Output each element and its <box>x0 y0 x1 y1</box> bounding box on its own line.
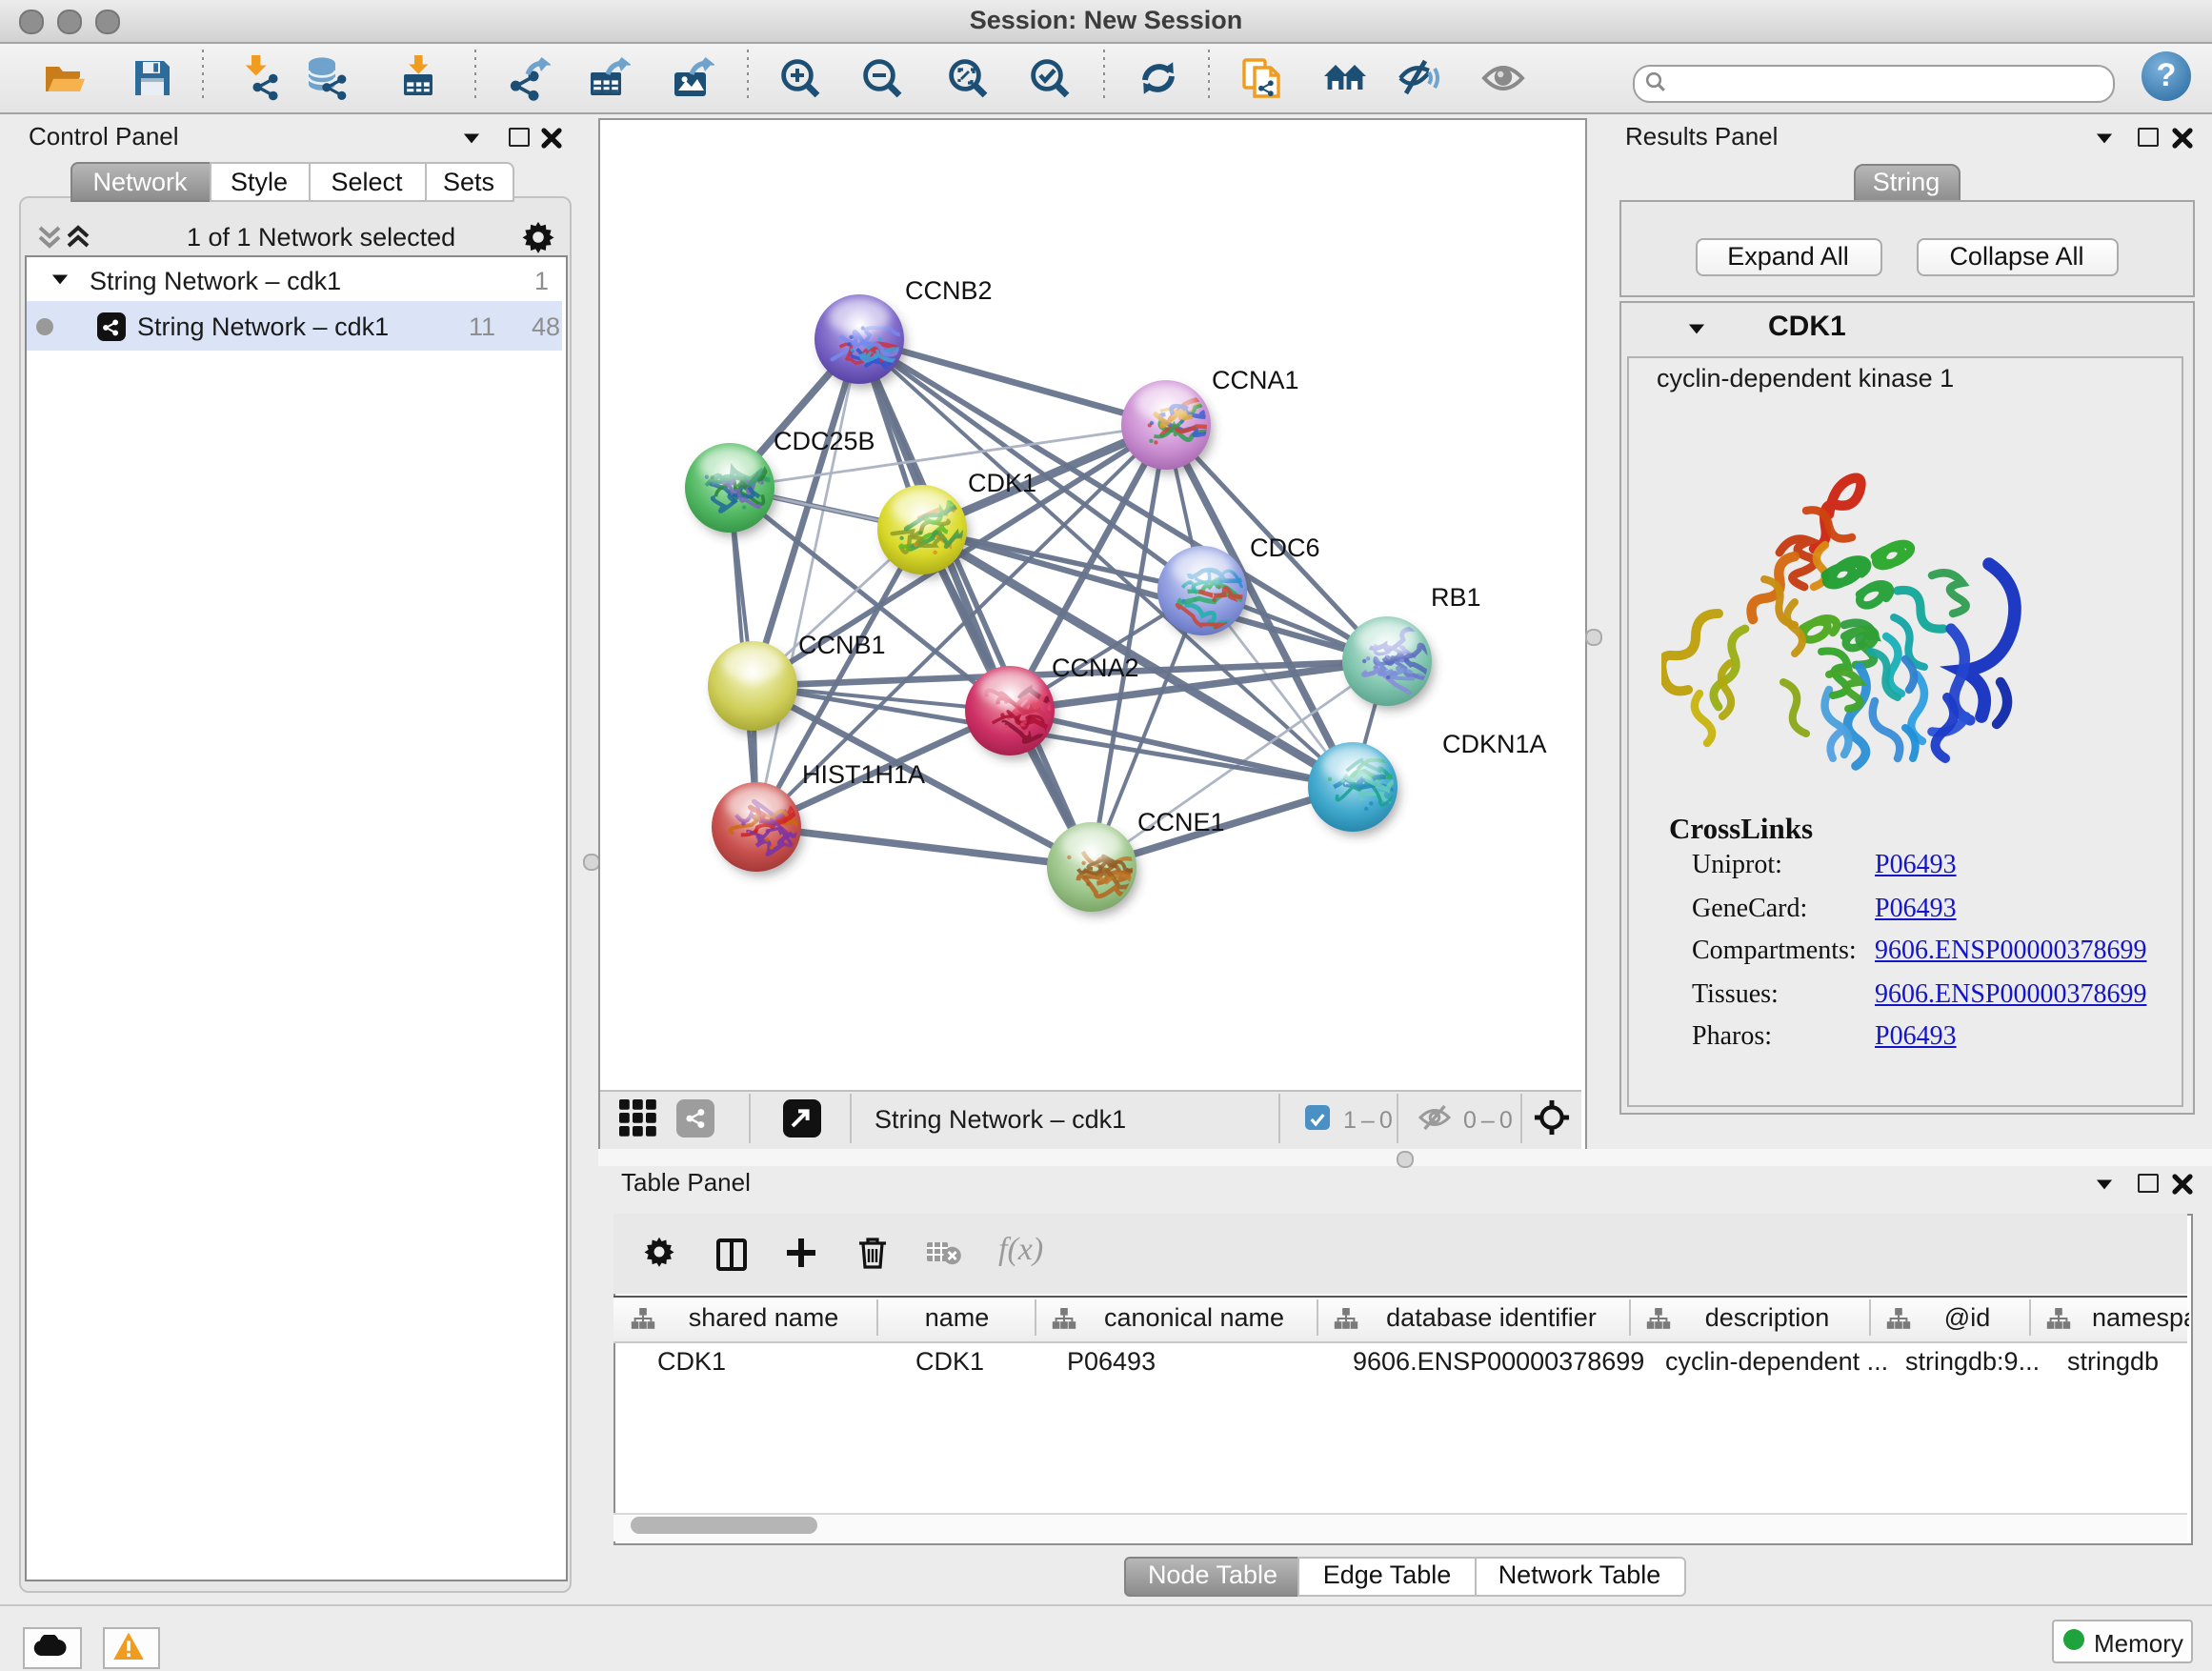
svg-text:CCNB1: CCNB1 <box>798 631 886 659</box>
svg-text:CDC25B: CDC25B <box>774 427 875 455</box>
svg-text:CDC6: CDC6 <box>1250 534 1320 562</box>
svg-text:RB1: RB1 <box>1431 583 1481 612</box>
svg-text:CCNA2: CCNA2 <box>1052 654 1139 682</box>
svg-text:CDKN1A: CDKN1A <box>1442 730 1547 758</box>
svg-text:CCNB2: CCNB2 <box>905 276 993 305</box>
svg-text:CDK1: CDK1 <box>968 469 1036 497</box>
svg-text:CCNE1: CCNE1 <box>1137 808 1225 836</box>
svg-text:HIST1H1A: HIST1H1A <box>802 760 925 789</box>
svg-text:CCNA1: CCNA1 <box>1212 366 1299 394</box>
